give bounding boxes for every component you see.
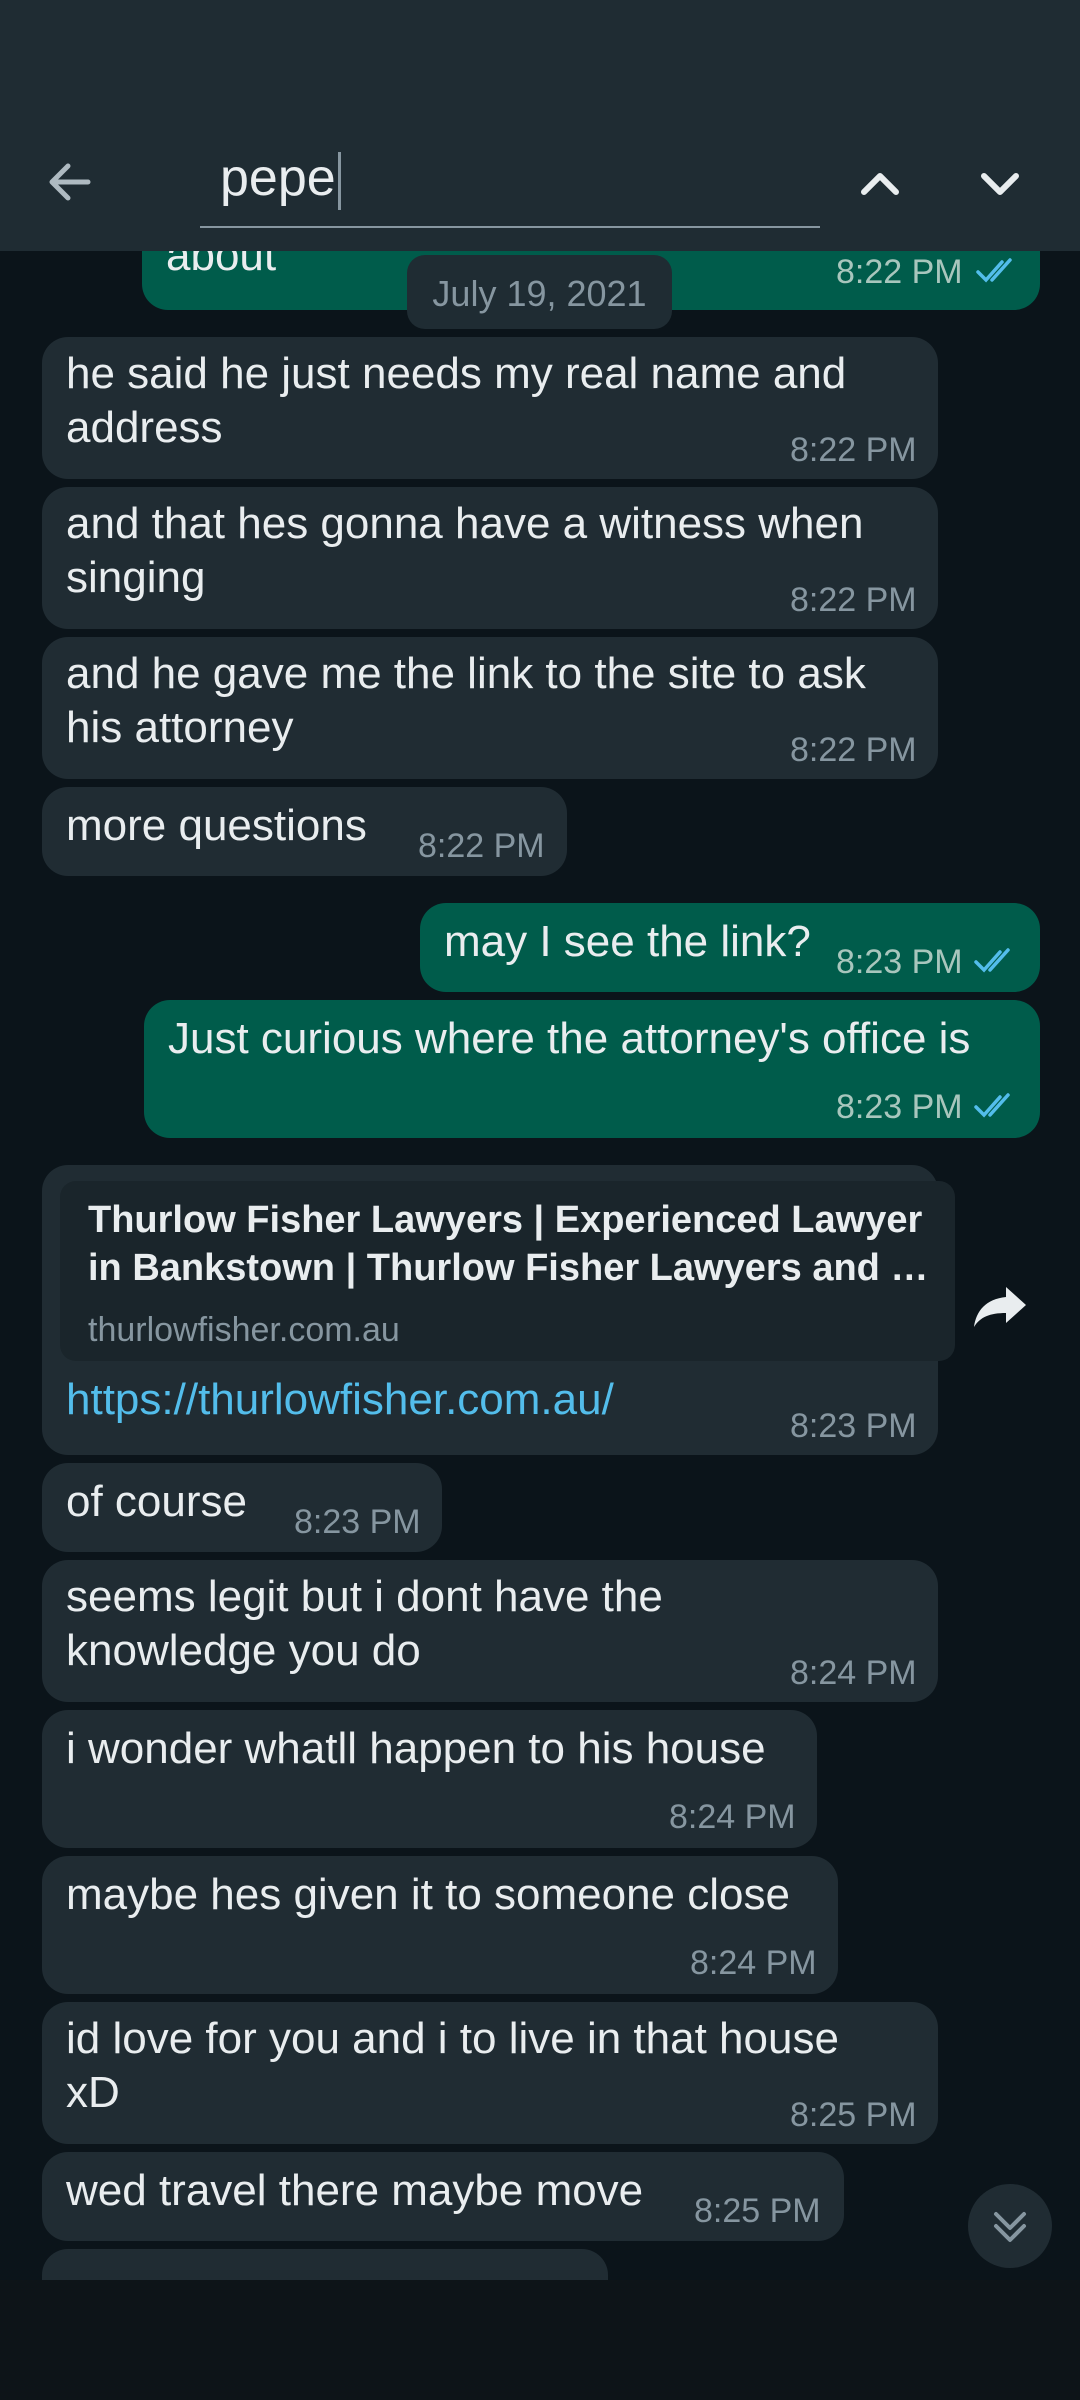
- message-text: i wonder whatll happen to his house: [66, 1724, 766, 1773]
- message-time: 8:24 PM: [669, 1798, 796, 1836]
- message-time: 8:22 PM: [790, 581, 917, 619]
- incoming-message[interactable]: wed travel there maybe move 8:25 PM: [42, 2152, 844, 2241]
- message-time: 8:22 PM: [790, 431, 917, 469]
- forward-icon[interactable]: [968, 1275, 1032, 1339]
- link-preview-title: in Bankstown | Thurlow Fisher Lawyers an…: [88, 1247, 929, 1289]
- outgoing-message[interactable]: may I see the link? 8:23 PM: [420, 903, 1040, 992]
- chat-messages[interactable]: about 8:22 PM July 19, 2021 he said he j…: [0, 251, 1080, 2280]
- message-time: 8:24 PM: [790, 1654, 917, 1692]
- message-text-line: he said he just needs my real name and: [66, 349, 847, 398]
- incoming-message[interactable]: and he gave me the link to the site to a…: [42, 637, 938, 779]
- text-cursor: [337, 152, 341, 211]
- link-preview-title: Thurlow Fisher Lawyers | Experienced Law…: [88, 1199, 923, 1241]
- message-text-line: singing: [66, 553, 206, 602]
- message-time: 8:22 PM: [418, 827, 545, 865]
- incoming-message[interactable]: more questions 8:22 PM: [42, 787, 567, 876]
- chevron-down-icon[interactable]: [970, 154, 1030, 214]
- incoming-message-partial[interactable]: [42, 2249, 608, 2280]
- message-time: 8:23 PM: [836, 943, 963, 981]
- message-time: 8:22 PM: [790, 731, 917, 769]
- double-check-icon: [974, 1093, 1010, 1118]
- scroll-to-bottom-button[interactable]: [968, 2184, 1052, 2268]
- message-time: 8:25 PM: [790, 2096, 917, 2134]
- message-text: Just curious where the attorney's office…: [168, 1014, 971, 1063]
- message-time: 8:22 PM: [836, 253, 963, 291]
- link-preview-domain: thurlowfisher.com.au: [88, 1311, 400, 1349]
- message-time: 8:23 PM: [836, 1088, 963, 1126]
- incoming-message[interactable]: id love for you and i to live in that ho…: [42, 2002, 938, 2144]
- incoming-message[interactable]: i wonder whatll happen to his house 8:24…: [42, 1710, 817, 1848]
- incoming-message[interactable]: seems legit but i dont have the knowledg…: [42, 1560, 938, 1702]
- double-check-icon: [976, 258, 1012, 283]
- message-text-line: knowledge you do: [66, 1626, 421, 1675]
- back-arrow-icon[interactable]: [40, 152, 100, 212]
- link-preview-card[interactable]: Thurlow Fisher Lawyers | Experienced Law…: [60, 1181, 955, 1361]
- message-time: 8:23 PM: [294, 1503, 421, 1541]
- message-text: about: [166, 251, 277, 280]
- message-text: of course: [66, 1477, 247, 1526]
- bottom-bar: [0, 2280, 1080, 2400]
- incoming-message[interactable]: and that hes gonna have a witness when s…: [42, 487, 938, 629]
- message-time: 8:25 PM: [694, 2192, 821, 2230]
- message-time: 8:23 PM: [790, 1407, 917, 1445]
- message-time: 8:24 PM: [690, 1944, 817, 1982]
- chevron-up-icon[interactable]: [850, 154, 910, 214]
- incoming-message[interactable]: maybe hes given it to someone close 8:24…: [42, 1856, 838, 1994]
- message-text-line: address: [66, 403, 223, 452]
- message-text: maybe hes given it to someone close: [66, 1870, 790, 1919]
- message-text: wed travel there maybe move: [66, 2166, 644, 2215]
- incoming-link-message[interactable]: Thurlow Fisher Lawyers | Experienced Law…: [42, 1165, 955, 1455]
- message-text: more questions: [66, 801, 367, 850]
- search-query: pepe: [220, 149, 336, 207]
- incoming-message[interactable]: he said he just needs my real name and a…: [42, 337, 938, 479]
- message-text-line: seems legit but i dont have the: [66, 1572, 663, 1621]
- message-text-line: xD: [66, 2068, 120, 2117]
- message-text-line: and he gave me the link to the site to a…: [66, 649, 866, 698]
- message-text: may I see the link?: [444, 917, 811, 966]
- message-text-line: id love for you and i to live in that ho…: [66, 2014, 839, 2063]
- search-toolbar: pepe: [0, 0, 1080, 251]
- double-check-icon: [974, 948, 1010, 973]
- search-input[interactable]: pepe: [200, 140, 820, 228]
- outgoing-message[interactable]: Just curious where the attorney's office…: [144, 1000, 1040, 1138]
- incoming-message[interactable]: of course 8:23 PM: [42, 1463, 442, 1552]
- message-link[interactable]: https://thurlowfisher.com.au/: [66, 1375, 614, 1425]
- message-text-line: and that hes gonna have a witness when: [66, 499, 864, 548]
- double-chevron-down-icon: [994, 2212, 1026, 2242]
- date-chip: July 19, 2021: [407, 255, 672, 329]
- message-text-line: his attorney: [66, 703, 294, 752]
